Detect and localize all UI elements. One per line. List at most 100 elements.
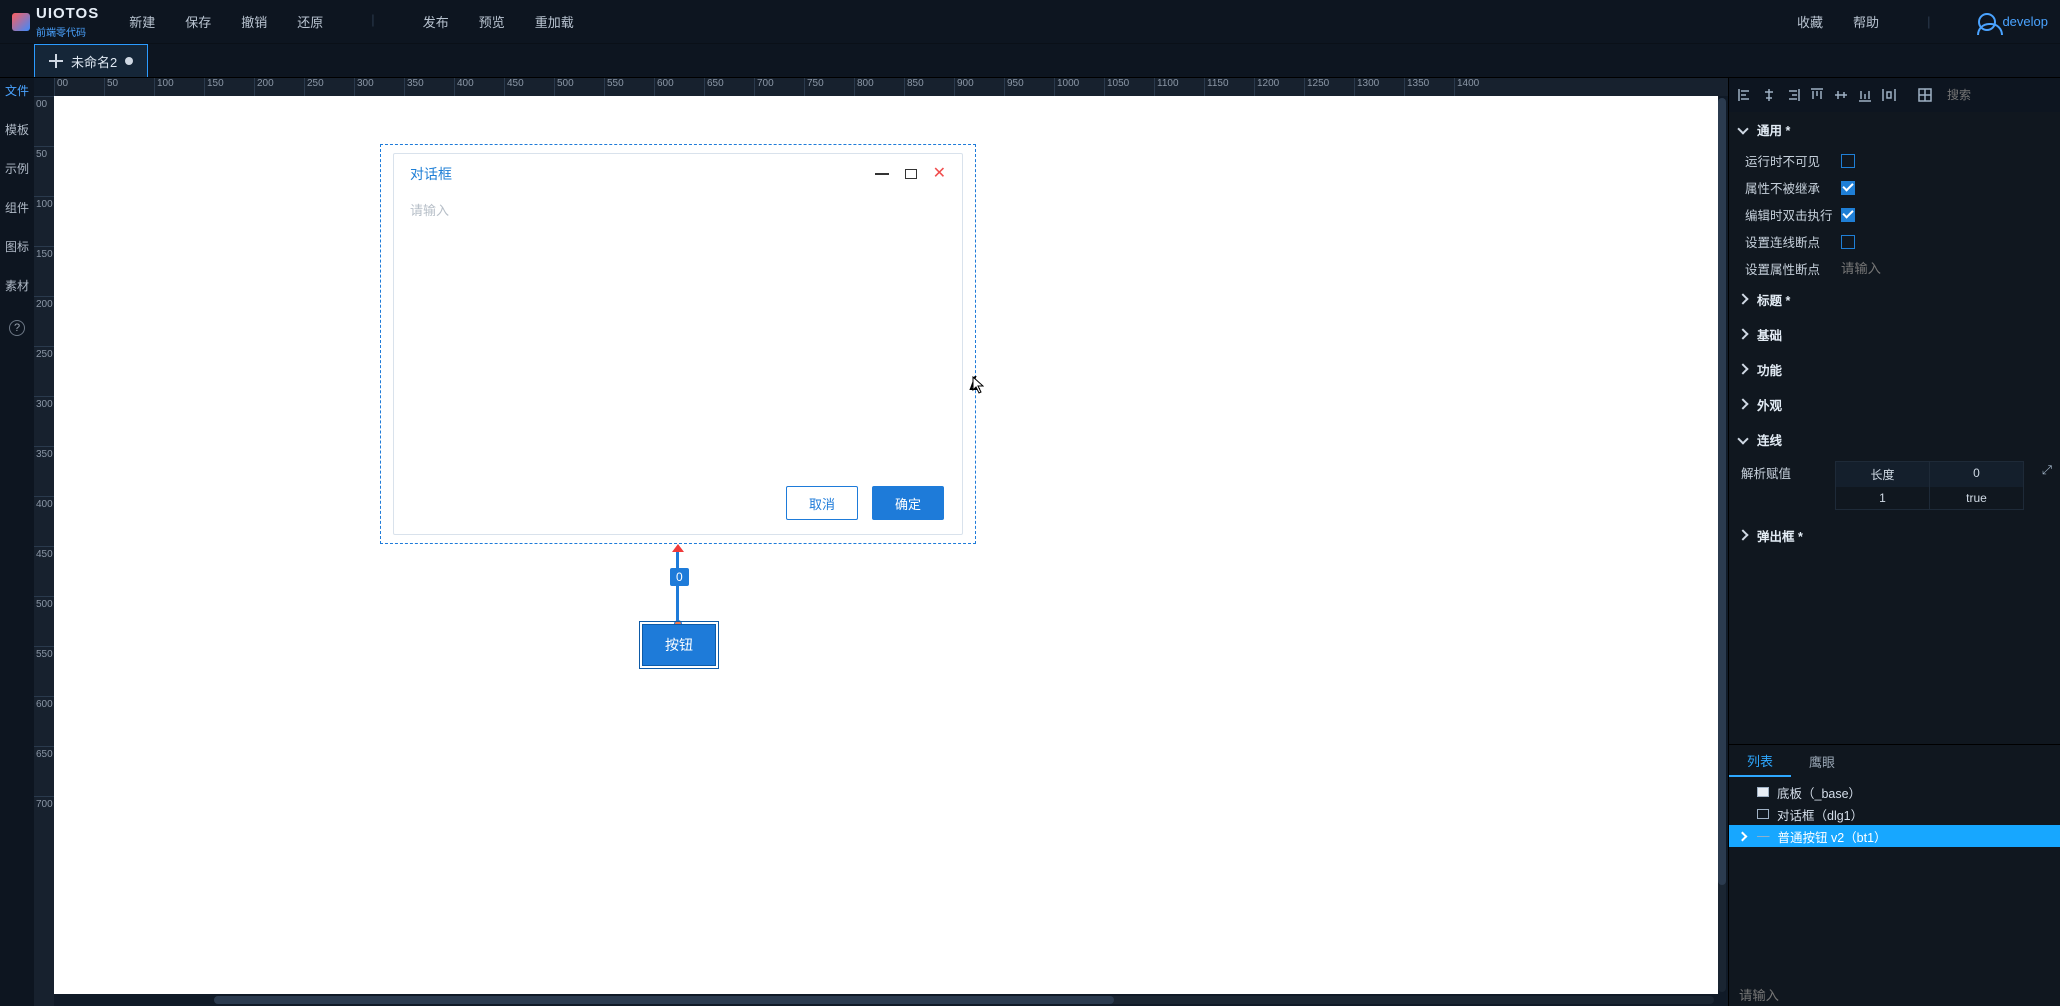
- section-base[interactable]: 基础: [1729, 317, 2060, 352]
- prop-attrbreak-input[interactable]: [1841, 261, 2050, 276]
- unsaved-dot-icon: [125, 57, 133, 65]
- user-badge[interactable]: develop: [1978, 13, 2048, 31]
- prop-dblclick-checkbox[interactable]: [1841, 208, 1855, 222]
- connector-arrow-icon: [672, 544, 684, 552]
- section-popup[interactable]: 弹出框 *: [1729, 518, 2060, 553]
- close-icon[interactable]: ✕: [933, 169, 946, 179]
- expand-icon[interactable]: ⤢: [2042, 463, 2052, 478]
- property-search-input[interactable]: [1947, 88, 2060, 102]
- vertical-scrollbar[interactable]: [1718, 98, 1726, 992]
- align-right-icon[interactable]: [1785, 85, 1801, 105]
- link-cell-2[interactable]: true: [1930, 487, 2023, 509]
- button-layer-icon: —: [1757, 829, 1770, 843]
- menu-redo[interactable]: 还原: [297, 12, 323, 31]
- hierarchy-icon: [49, 54, 63, 68]
- leftbar-template[interactable]: 模板: [5, 121, 29, 138]
- app-logo: UIOTOS 前端零代码: [12, 5, 99, 39]
- link-cell-1[interactable]: 1: [1836, 487, 1930, 509]
- dialog-cancel-button[interactable]: 取消: [786, 486, 858, 520]
- prop-hidden-checkbox[interactable]: [1841, 154, 1855, 168]
- prop-linebreak-label: 设置连线断点: [1745, 232, 1841, 251]
- menu-publish[interactable]: 发布: [423, 12, 449, 31]
- leftbar-icon[interactable]: 图标: [5, 238, 29, 255]
- section-title[interactable]: 标题 *: [1729, 282, 2060, 317]
- logo-icon: [12, 13, 30, 31]
- menu-preview[interactable]: 预览: [479, 12, 505, 31]
- section-func[interactable]: 功能: [1729, 352, 2060, 387]
- prop-attrbreak-label: 设置属性断点: [1745, 259, 1841, 278]
- menu-help[interactable]: 帮助: [1853, 12, 1879, 31]
- design-stage[interactable]: 对话框 ✕ 请输入 取消 确定: [54, 96, 1718, 994]
- outline-tab-list[interactable]: 列表: [1729, 745, 1791, 777]
- canvas-button-node[interactable]: 按钮: [642, 624, 716, 666]
- outline-node-button[interactable]: — 普通按钮 v2（bt1）: [1729, 825, 2060, 847]
- align-center-v-icon[interactable]: [1833, 85, 1849, 105]
- menu-separator-2: |: [1927, 14, 1930, 29]
- outline-filter-input[interactable]: [1739, 988, 2050, 1003]
- hscroll-thumb[interactable]: [214, 996, 1114, 1004]
- ruler-vertical: 0050100150200250300350400450500550600650…: [34, 96, 54, 1006]
- connector-badge[interactable]: 0: [670, 568, 689, 586]
- outline-node-base[interactable]: 底板（_base）: [1729, 781, 2060, 803]
- leftbar-file[interactable]: 文件: [5, 82, 29, 99]
- outline-node-dialog[interactable]: 对话框（dlg1）: [1729, 803, 2060, 825]
- selection-outline: 对话框 ✕ 请输入 取消 确定: [380, 144, 976, 544]
- help-icon[interactable]: ?: [9, 320, 25, 336]
- document-tab-title: 未命名2: [71, 52, 117, 71]
- prop-noinherit-checkbox[interactable]: [1841, 181, 1855, 195]
- connector-line[interactable]: [676, 552, 679, 622]
- dialog-title: 对话框: [410, 164, 452, 184]
- logo-subtitle: 前端零代码: [36, 24, 99, 39]
- document-tab[interactable]: 未命名2: [34, 44, 148, 77]
- vscroll-thumb[interactable]: [1718, 98, 1726, 885]
- menu-save[interactable]: 保存: [185, 12, 211, 31]
- menu-undo[interactable]: 撤销: [241, 12, 267, 31]
- document-tabstrip: 未命名2: [0, 44, 2060, 78]
- outline-tab-eye[interactable]: 鹰眼: [1791, 745, 1853, 777]
- align-left-icon[interactable]: [1737, 85, 1753, 105]
- align-bottom-icon[interactable]: [1857, 85, 1873, 105]
- outline-panel: 列表 鹰眼 底板（_base） 对话框（dlg1） — 普通按钮 v2（bt1）: [1729, 744, 2060, 1006]
- link-value-table[interactable]: 长度 0 1 true: [1835, 461, 2024, 510]
- prop-noinherit-label: 属性不被继承: [1745, 178, 1841, 197]
- user-name: develop: [2002, 14, 2048, 29]
- minimize-icon[interactable]: [875, 173, 889, 175]
- horizontal-scrollbar[interactable]: [214, 996, 1714, 1004]
- prop-parse-label: 解析赋值: [1729, 457, 1825, 488]
- align-top-icon[interactable]: [1809, 85, 1825, 105]
- menu-favorite[interactable]: 收藏: [1797, 12, 1823, 31]
- right-panel: 通用 * 运行时不可见 属性不被继承 编辑时双击执行 设置连线断点 设置属性断点…: [1728, 78, 2060, 1006]
- align-toolbar: [1729, 78, 2060, 112]
- main-menu: 新建 保存 撤销 还原 | 发布 预览 重加载: [129, 12, 574, 31]
- maximize-icon[interactable]: [905, 169, 917, 179]
- section-look[interactable]: 外观: [1729, 387, 2060, 422]
- user-icon: [1978, 13, 1996, 31]
- prop-hidden-label: 运行时不可见: [1745, 151, 1841, 170]
- link-head-length: 长度: [1836, 462, 1930, 487]
- property-inspector: 通用 * 运行时不可见 属性不被继承 编辑时双击执行 设置连线断点 设置属性断点…: [1729, 112, 2060, 744]
- dialog-component[interactable]: 对话框 ✕ 请输入 取消 确定: [393, 153, 963, 535]
- section-common[interactable]: 通用 *: [1729, 112, 2060, 147]
- prop-dblclick-label: 编辑时双击执行: [1745, 205, 1841, 224]
- ruler-horizontal: 0050100150200250300350400450500550600650…: [54, 78, 1728, 96]
- section-link[interactable]: 连线: [1729, 422, 2060, 457]
- distribute-h-icon[interactable]: [1881, 85, 1897, 105]
- dialog-ok-button[interactable]: 确定: [872, 486, 944, 520]
- prop-linebreak-checkbox[interactable]: [1841, 235, 1855, 249]
- left-toolbar: 文件 模板 示例 组件 图标 素材 ?: [0, 78, 34, 1006]
- dialog-placeholder[interactable]: 请输入: [410, 203, 449, 218]
- leftbar-demo[interactable]: 示例: [5, 160, 29, 177]
- align-center-h-icon[interactable]: [1761, 85, 1777, 105]
- base-layer-icon: [1757, 787, 1769, 797]
- menu-reload[interactable]: 重加载: [535, 12, 574, 31]
- link-head-value: 0: [1930, 462, 2023, 487]
- grid-icon[interactable]: [1917, 85, 1933, 105]
- leftbar-component[interactable]: 组件: [5, 199, 29, 216]
- top-bar: UIOTOS 前端零代码 新建 保存 撤销 还原 | 发布 预览 重加载 收藏 …: [0, 0, 2060, 44]
- canvas-area[interactable]: 0050100150200250300350400450500550600650…: [34, 78, 1728, 1006]
- logo-text: UIOTOS: [36, 5, 99, 22]
- menu-new[interactable]: 新建: [129, 12, 155, 31]
- menu-separator: |: [371, 12, 374, 31]
- leftbar-asset[interactable]: 素材: [5, 277, 29, 294]
- dialog-layer-icon: [1757, 809, 1769, 819]
